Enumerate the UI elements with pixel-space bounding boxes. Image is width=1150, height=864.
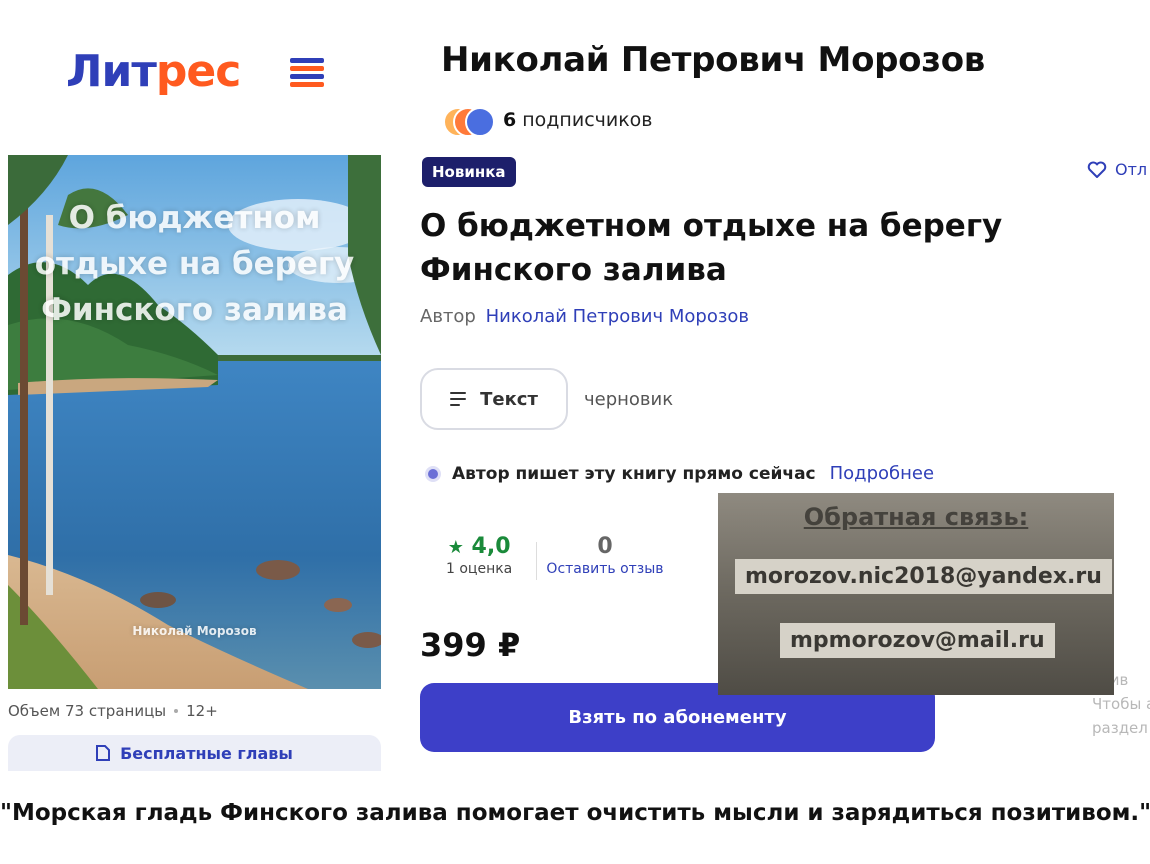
feedback-title: Обратная связь: — [803, 503, 1029, 531]
rating-count: 1 оценка — [446, 561, 513, 577]
age-rating: 12+ — [186, 702, 218, 720]
separator-dot-icon — [174, 709, 179, 713]
subscriber-avatars-icon — [443, 105, 495, 137]
cover-title-line: отдыхе на берегу — [34, 246, 355, 282]
more-info-link[interactable]: Подробнее — [830, 463, 934, 484]
logo-stripes-icon — [290, 58, 324, 87]
feedback-email: morozov.nic2018@yandex.ru — [735, 559, 1112, 594]
feedback-overlay: Обратная связь: morozov.nic2018@yandex.r… — [718, 493, 1114, 695]
free-chapters-label: Бесплатные главы — [120, 743, 293, 763]
rating-value-row: ★ 4,0 — [446, 534, 512, 559]
author-page-title: Николай Петрович Морозов — [441, 40, 985, 80]
subscribers-label: подписчиков — [522, 109, 653, 131]
new-badge: Новинка — [422, 157, 516, 187]
divider — [536, 542, 537, 580]
author-link[interactable]: Николай Петрович Морозов — [486, 306, 749, 327]
reviews-count: 0 — [597, 534, 613, 559]
book-volume: Объем 73 страницы — [8, 702, 167, 720]
heart-icon — [1087, 161, 1107, 178]
litres-logo[interactable]: Литрес — [66, 50, 241, 94]
author-line: Автор Николай Петрович Морозов — [420, 306, 749, 327]
leave-review-link[interactable]: Оставить отзыв — [545, 561, 665, 577]
text-lines-icon — [450, 392, 467, 406]
document-icon — [96, 745, 111, 761]
cover-author: Николай Морозов — [132, 624, 257, 638]
book-meta: Объем 73 страницы 12+ — [8, 702, 218, 720]
logo-text-part1: Лит — [66, 46, 157, 97]
subscribers-row[interactable]: 6 подписчиков — [443, 104, 653, 137]
reviews-block: 0 Оставить отзыв — [545, 534, 665, 577]
format-text-chip[interactable]: Текст — [420, 368, 568, 430]
hint-line: Чтобы а — [1092, 695, 1150, 713]
star-icon: ★ — [447, 537, 464, 558]
book-title: О бюджетном отдыхе на берегу Финского за… — [420, 208, 1003, 288]
hint-line: раздел — [1092, 719, 1148, 737]
author-label: Автор — [420, 306, 476, 327]
cover-title-line: О бюджетном — [68, 200, 321, 236]
logo-text-part2: рес — [155, 46, 241, 97]
cover-title-line: Финского залива — [41, 292, 348, 328]
writing-now-row: Автор пишет эту книгу прямо сейчас Подро… — [428, 463, 934, 484]
status-dot-icon — [428, 468, 438, 479]
format-label: Текст — [480, 388, 538, 410]
book-cover[interactable]: О бюджетном отдыхе на берегу Финского за… — [8, 155, 381, 689]
free-chapters-button[interactable]: Бесплатные главы — [8, 735, 381, 771]
rating-value: 4,0 — [471, 534, 511, 559]
feedback-email: mpmorozov@mail.ru — [780, 623, 1055, 658]
postpone-label: Отл — [1115, 160, 1148, 179]
postpone-button[interactable]: Отл — [1087, 160, 1147, 179]
subscribers-count: 6 — [503, 109, 517, 131]
rating-block[interactable]: ★ 4,0 1 оценка — [446, 534, 512, 577]
writing-now-text: Автор пишет эту книгу прямо сейчас — [452, 463, 816, 484]
draft-label: черновик — [584, 389, 674, 410]
caption-quote: "Морская гладь Финского залива помогает … — [0, 800, 1150, 826]
price: 399 ₽ — [420, 626, 521, 664]
